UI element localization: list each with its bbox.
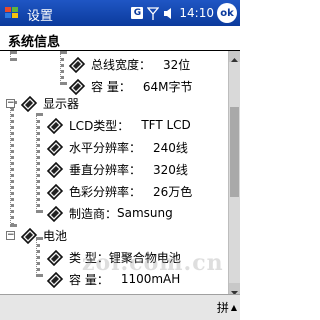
battery-icon bbox=[20, 227, 38, 244]
tree-connector bbox=[36, 113, 40, 213]
device-icon bbox=[46, 117, 64, 134]
device-icon bbox=[20, 95, 38, 112]
start-icon[interactable] bbox=[3, 4, 21, 22]
tree-item-horizontal-resolution[interactable]: 水平分辨率： 240线 bbox=[46, 136, 188, 158]
page-title: 系统信息 bbox=[8, 35, 61, 50]
caret-up-icon: ▲ bbox=[230, 302, 237, 312]
device-icon bbox=[46, 161, 64, 178]
battery-icon bbox=[46, 249, 64, 266]
tree-item-memory-capacity[interactable]: 容 量： 64M字节 bbox=[68, 75, 192, 97]
volume-icon[interactable] bbox=[163, 7, 175, 20]
app-title: 设置 bbox=[27, 9, 54, 24]
taskbar: 设置 G 14:10 ok bbox=[0, 0, 240, 26]
display-collapse-toggle[interactable]: − bbox=[6, 99, 15, 108]
input-method-label: 拼 bbox=[216, 300, 229, 315]
g-icon[interactable]: G bbox=[131, 7, 144, 19]
tree-item-lcd-type[interactable]: LCD类型： TFT LCD bbox=[46, 114, 191, 136]
scroll-down-arrow[interactable] bbox=[229, 283, 240, 295]
scroll-thumb[interactable] bbox=[230, 107, 239, 197]
tree-connector bbox=[10, 51, 14, 61]
vertical-scrollbar[interactable] bbox=[228, 51, 240, 295]
tree-item-manufacturer[interactable]: 制造商： Samsung bbox=[46, 202, 173, 224]
tree-item-bus-width[interactable]: 总线宽度： 32位 bbox=[68, 53, 190, 75]
device-icon bbox=[46, 139, 64, 156]
tree-item-color-resolution[interactable]: 色彩分辨率： 26万色 bbox=[46, 180, 192, 202]
tree-item-vertical-resolution[interactable]: 垂直分辨率： 320线 bbox=[46, 158, 188, 180]
scroll-up-arrow[interactable] bbox=[229, 51, 240, 62]
memory-chip-icon bbox=[68, 56, 86, 73]
battery-icon bbox=[46, 271, 64, 288]
tree-connector bbox=[10, 101, 14, 227]
watermark: zol.com.cn bbox=[82, 250, 224, 276]
arrow-up-icon bbox=[231, 58, 238, 62]
status-icons: G 14:10 bbox=[131, 6, 214, 20]
device-icon bbox=[46, 183, 64, 200]
signal-icon[interactable] bbox=[147, 6, 160, 20]
bottom-menu-bar: 拼 ▲ bbox=[0, 294, 240, 320]
device-icon bbox=[46, 205, 64, 222]
tree-node-display[interactable]: 显示器 bbox=[20, 92, 79, 114]
tree-node-battery[interactable]: 电池 bbox=[20, 224, 67, 246]
battery-collapse-toggle[interactable]: − bbox=[6, 231, 15, 240]
clock[interactable]: 14:10 bbox=[179, 6, 214, 20]
input-method-button[interactable]: 拼 ▲ bbox=[217, 297, 237, 317]
tree-connector bbox=[60, 51, 64, 85]
ok-button[interactable]: ok bbox=[217, 3, 237, 23]
